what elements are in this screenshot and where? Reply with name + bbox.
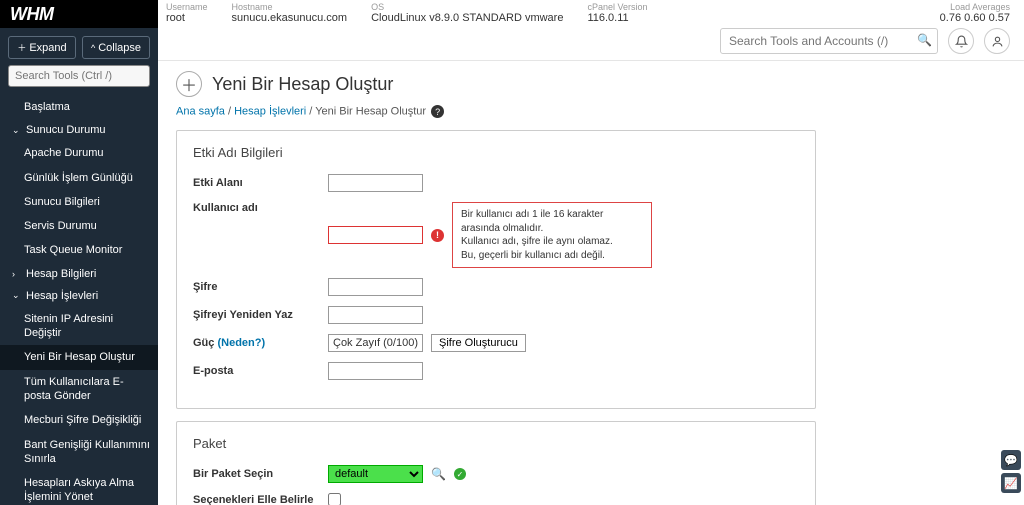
- domain-input[interactable]: [328, 174, 423, 192]
- sidebar-item[interactable]: Günlük İşlem Günlüğü: [0, 166, 158, 190]
- load-avg-value: 0.76 0.60 0.57: [940, 12, 1010, 24]
- password-confirm-input[interactable]: [328, 306, 423, 324]
- page-title: Yeni Bir Hesap Oluştur: [212, 74, 393, 95]
- sidebar-item[interactable]: Yeni Bir Hesap Oluştur: [0, 345, 158, 369]
- sidebar-item[interactable]: Task Queue Monitor: [0, 238, 158, 262]
- email-input[interactable]: [328, 362, 423, 380]
- strength-meter: Çok Zayıf (0/100): [328, 334, 423, 352]
- password-label: Şifre: [193, 281, 328, 293]
- add-account-icon: ＋: [176, 71, 202, 97]
- error-icon: !: [431, 229, 444, 242]
- package-select[interactable]: default: [328, 465, 423, 483]
- collapse-button[interactable]: ^Collapse: [82, 36, 150, 59]
- sidebar-item[interactable]: Bant Genişliği Kullanımını Sınırla: [0, 433, 158, 472]
- user-menu-button[interactable]: [984, 28, 1010, 54]
- why-link[interactable]: (Neden?): [217, 337, 265, 349]
- notifications-button[interactable]: [948, 28, 974, 54]
- whm-logo: WHM: [0, 0, 158, 28]
- username-form-label: Kullanıcı adı: [193, 202, 328, 214]
- manual-options-label: Seçenekleri Elle Belirle: [193, 494, 328, 505]
- email-label: E-posta: [193, 365, 328, 377]
- domain-info-heading: Etki Adı Bilgileri: [193, 145, 799, 160]
- package-valid-icon: ✓: [454, 468, 466, 480]
- domain-label: Etki Alanı: [193, 177, 328, 189]
- sidebar-item[interactable]: Apache Durumu: [0, 141, 158, 165]
- sidebar-item[interactable]: Sunucu Bilgileri: [0, 190, 158, 214]
- main-search-input[interactable]: [720, 28, 938, 54]
- os-value: CloudLinux v8.9.0 STANDARD vmware: [371, 12, 563, 24]
- package-heading: Paket: [193, 436, 799, 451]
- sidebar-nav: Başlatma⌄Sunucu DurumuApache DurumuGünlü…: [0, 95, 158, 505]
- stats-button[interactable]: 📈: [1001, 473, 1021, 493]
- help-icon[interactable]: ?: [431, 105, 444, 118]
- username-value: root: [166, 12, 208, 24]
- hostname-value: sunucu.ekasunucu.com: [232, 12, 348, 24]
- package-search-icon[interactable]: 🔍: [431, 467, 446, 481]
- sidebar-item[interactable]: Mecburi Şifre Değişikliği: [0, 408, 158, 432]
- sidebar-item[interactable]: Tüm Kullanıcılara E-posta Gönder: [0, 370, 158, 409]
- load-avg-label: Load Averages: [940, 2, 1010, 12]
- chat-button[interactable]: 💬: [1001, 450, 1021, 470]
- username-error: Bir kullanıcı adı 1 ile 16 karakter aras…: [452, 202, 652, 268]
- expand-button[interactable]: ＋Expand: [8, 36, 76, 59]
- password-confirm-label: Şifreyi Yeniden Yaz: [193, 309, 328, 321]
- search-icon[interactable]: 🔍: [917, 33, 932, 47]
- cpanel-version-label: cPanel Version: [587, 2, 647, 12]
- crumb-funcs[interactable]: Hesap İşlevleri: [234, 106, 306, 118]
- sidebar-item[interactable]: Başlatma: [0, 95, 158, 119]
- hostname-label: Hostname: [232, 2, 348, 12]
- password-input[interactable]: [328, 278, 423, 296]
- crumb-current: Yeni Bir Hesap Oluştur: [315, 106, 426, 118]
- manual-options-checkbox[interactable]: [328, 493, 341, 505]
- sidebar-item[interactable]: Servis Durumu: [0, 214, 158, 238]
- select-package-label: Bir Paket Seçin: [193, 468, 328, 480]
- strength-label: Güç (Neden?): [193, 337, 328, 349]
- os-label: OS: [371, 2, 563, 12]
- sidebar-item[interactable]: ⌄Sunucu Durumu: [0, 119, 158, 141]
- sidebar-item[interactable]: Sitenin IP Adresini Değiştir: [0, 307, 158, 346]
- sidebar-item[interactable]: Hesapları Askıya Alma İşlemini Yönet: [0, 471, 158, 505]
- sidebar-item[interactable]: ›Hesap Bilgileri: [0, 263, 158, 285]
- username-input[interactable]: [328, 226, 423, 244]
- generate-password-button[interactable]: Şifre Oluşturucu: [431, 334, 526, 352]
- sidebar-item[interactable]: ⌄Hesap İşlevleri: [0, 285, 158, 307]
- breadcrumb: Ana sayfa / Hesap İşlevleri / Yeni Bir H…: [176, 105, 1006, 118]
- cpanel-version-value: 116.0.11: [587, 12, 647, 24]
- username-label: Username: [166, 2, 208, 12]
- sidebar-search-input[interactable]: [8, 65, 150, 87]
- crumb-home[interactable]: Ana sayfa: [176, 106, 225, 118]
